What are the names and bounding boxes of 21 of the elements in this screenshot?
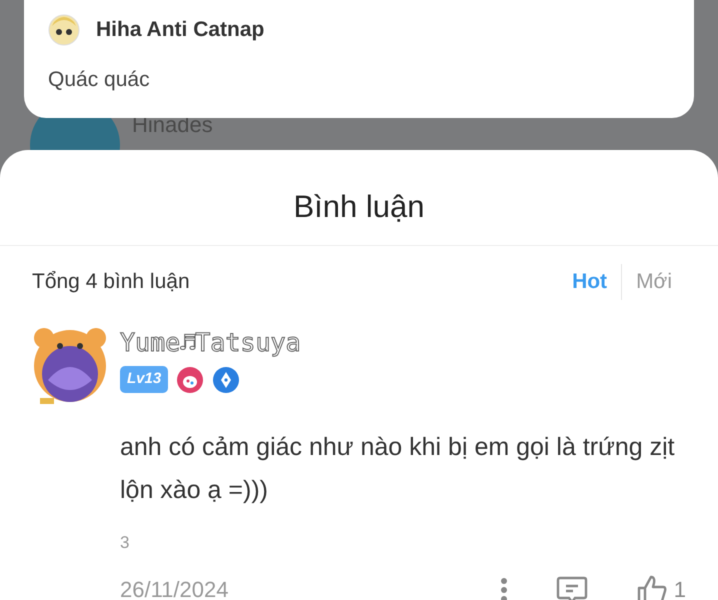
like-count: 1 [674,576,686,600]
sort-tab[interactable]: Mới [622,266,686,298]
thumbs-up-icon [636,574,668,600]
more-icon [500,576,508,600]
palette-badge-icon [176,366,204,394]
sort-tab[interactable]: Hot [558,266,622,298]
sheet-title: Bình luận [0,150,718,246]
comment-text: Quác quác [48,67,151,93]
comment-text: anh có cảm giác như nào khi bị em gọi là trứng zịt lộn xào ạ =))) [120,432,676,506]
reply-count: 3 [120,532,130,554]
comment-count: Tổng 4 bình luận [32,269,191,296]
username: Yume♬Tatsuya [120,327,302,359]
comment-date: 26/11/2024 [120,576,230,600]
like-button[interactable]: 1 [636,573,686,600]
comment-icon [556,574,588,600]
reply-button[interactable] [556,574,588,600]
author-name: Hiha Anti Catnap [96,17,264,44]
pen-badge-icon [212,366,240,394]
level-badge: Lv13 [120,366,168,393]
more-button[interactable] [500,576,508,600]
avatar [48,14,80,46]
